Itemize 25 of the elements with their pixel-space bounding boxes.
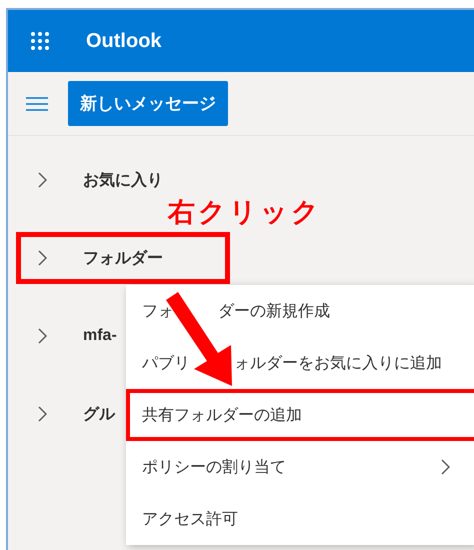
chevron-right-icon	[38, 250, 47, 266]
nav-item-label: mfa-	[83, 327, 117, 345]
context-menu-item[interactable]: フォ ダーの新規作成	[126, 285, 474, 337]
menu-item-label: ォルダーをお気に入りに追加	[234, 354, 442, 374]
submenu-chevron-icon	[441, 459, 450, 475]
chevron-right-icon	[38, 172, 47, 188]
menu-item-label: フォ	[142, 302, 174, 322]
app-launcher-icon[interactable]	[30, 31, 50, 51]
chevron-right-icon	[38, 328, 47, 344]
context-menu-item[interactable]: アクセス許可	[126, 493, 474, 545]
nav-item-label: お気に入り	[83, 170, 163, 190]
menu-item-label: ポリシーの割り当て	[142, 458, 286, 478]
menu-item-label: 共有フォルダーの追加	[142, 406, 302, 426]
menu-item-label: パブリ	[142, 354, 190, 374]
menu-item-label: ダーの新規作成	[218, 302, 330, 322]
nav-item-label: グル	[83, 404, 115, 424]
menu-item-label: アクセス許可	[142, 510, 238, 530]
nav-item-label: フォルダー	[83, 248, 163, 268]
context-menu-item[interactable]: 共有フォルダーの追加	[126, 389, 474, 441]
app-title: Outlook	[86, 30, 162, 52]
menu-icon[interactable]	[26, 96, 48, 110]
annotation-label: 右クリック	[168, 196, 322, 229]
new-message-button[interactable]: 新しいメッセージ	[68, 81, 228, 126]
folder-nav-item[interactable]: フォルダー	[16, 232, 230, 284]
chevron-right-icon	[38, 406, 47, 422]
